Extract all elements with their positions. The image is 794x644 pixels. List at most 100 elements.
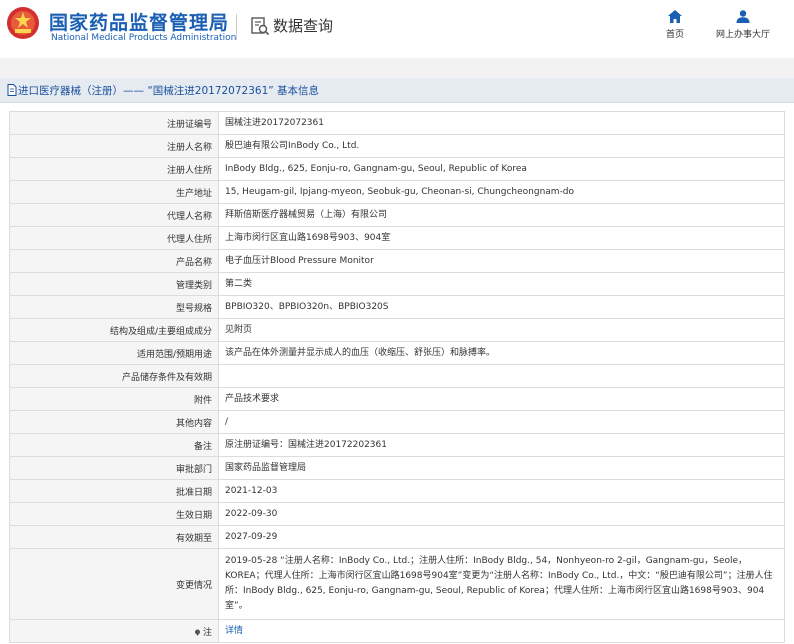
table-row: 产品储存条件及有效期 bbox=[9, 364, 785, 388]
field-value-text: 原注册证编号：国械注进20172202361 bbox=[225, 439, 387, 450]
field-label-text: 批准日期 bbox=[175, 487, 212, 498]
field-value-text: 国械注进20172072361 bbox=[225, 117, 324, 128]
details-link[interactable]: 详情 bbox=[225, 626, 243, 636]
field-value: 该产品在体外测量并显示成人的血压（收缩压、舒张压）和脉搏率。 bbox=[218, 341, 785, 365]
field-label: 生效日期 bbox=[9, 502, 219, 526]
table-row: 产品名称 电子血压计Blood Pressure Monitor bbox=[9, 249, 785, 273]
field-label: 审批部门 bbox=[9, 456, 219, 480]
field-label: 注册人名称 bbox=[9, 134, 219, 158]
field-value-text: 2027-09-29 bbox=[225, 531, 278, 542]
field-value: InBody Bldg., 625, Eonju-ro, Gangnam-gu,… bbox=[218, 157, 785, 181]
field-label-text: 代理人住所 bbox=[166, 234, 212, 245]
field-label: 生产地址 bbox=[9, 180, 219, 204]
table-row: 注册人住所 InBody Bldg., 625, Eonju-ro, Gangna… bbox=[9, 157, 785, 181]
field-value: 上海市闵行区宜山路1698号903、904室 bbox=[218, 226, 785, 250]
field-label-text: 结构及组成/主要组成成分 bbox=[109, 326, 212, 337]
table-row: 批准日期 2021-12-03 bbox=[9, 479, 785, 503]
table-row: 注册人名称 殷巴迪有限公司InBody Co., Ltd. bbox=[9, 134, 785, 158]
field-value: 原注册证编号：国械注进20172202361 bbox=[218, 433, 785, 457]
breadcrumb-text: 进口医疗器械（注册）—— “国械注进20172072361” 基本信息 bbox=[18, 85, 320, 97]
field-label-text: 管理类别 bbox=[175, 280, 212, 291]
field-value: 详情 bbox=[218, 619, 785, 643]
nav-online-hall-label: 网上办事大厅 bbox=[715, 30, 770, 40]
nav-online-hall-link[interactable]: 网上办事大厅 bbox=[712, 10, 774, 40]
field-label-text: 型号规格 bbox=[175, 303, 212, 314]
field-label: 型号规格 bbox=[9, 295, 219, 319]
breadcrumb: 进口医疗器械（注册）—— “国械注进20172072361” 基本信息 bbox=[0, 78, 794, 103]
field-value-text: 电子血压计Blood Pressure Monitor bbox=[225, 255, 374, 266]
field-label-text: 代理人名称 bbox=[166, 211, 212, 222]
header-separator-band bbox=[0, 58, 794, 78]
user-icon bbox=[736, 10, 750, 23]
pin-icon bbox=[194, 629, 201, 636]
table-row: 代理人住所 上海市闵行区宜山路1698号903、904室 bbox=[9, 226, 785, 250]
field-label-text: 附件 bbox=[193, 395, 212, 406]
field-value: 国家药品监督管理局 bbox=[218, 456, 785, 480]
field-value: / bbox=[218, 410, 785, 434]
table-row: 审批部门 国家药品监督管理局 bbox=[9, 456, 785, 480]
national-emblem-icon bbox=[7, 7, 39, 39]
table-row: 管理类别 第二类 bbox=[9, 272, 785, 296]
field-label: 变更情况 bbox=[9, 548, 219, 620]
field-value: 2019-05-28 “注册人名称：InBody Co., Ltd.；注册人住所… bbox=[218, 548, 785, 620]
field-value: 2027-09-29 bbox=[218, 525, 785, 549]
field-label: 注册人住所 bbox=[9, 157, 219, 181]
field-value-text: 国家药品监督管理局 bbox=[225, 462, 307, 473]
data-query-icon bbox=[251, 17, 270, 36]
field-value: 15, Heugam-gil, Ipjang-myeon, Seobuk-gu,… bbox=[218, 180, 785, 204]
header-divider bbox=[236, 14, 237, 40]
document-icon bbox=[7, 84, 17, 96]
field-label: 代理人住所 bbox=[9, 226, 219, 250]
field-label: 有效期至 bbox=[9, 525, 219, 549]
field-label-text: 备注 bbox=[193, 441, 212, 452]
field-value: 殷巴迪有限公司InBody Co., Ltd. bbox=[218, 134, 785, 158]
field-label: 其他内容 bbox=[9, 410, 219, 434]
brand-title-en[interactable]: National Medical Products Administration bbox=[51, 33, 236, 43]
field-value-text: 15, Heugam-gil, Ipjang-myeon, Seobuk-gu,… bbox=[225, 186, 575, 197]
field-label-text: 注 bbox=[202, 627, 212, 638]
field-label-text: 变更情况 bbox=[175, 580, 212, 591]
field-label: 产品名称 bbox=[9, 249, 219, 273]
field-value-text: InBody Bldg., 625, Eonju-ro, Gangnam-gu,… bbox=[225, 163, 527, 174]
field-label: 产品储存条件及有效期 bbox=[9, 364, 219, 388]
brand-title-cn[interactable]: 国家药品监督管理局 bbox=[49, 8, 229, 35]
field-value-text: BPBIO320、BPBIO320n、BPBIO320S bbox=[225, 301, 389, 312]
field-label: 结构及组成/主要组成成分 bbox=[9, 318, 219, 342]
field-label-text: 适用范围/预期用途 bbox=[136, 349, 212, 360]
field-value: 拜斯倍斯医疗器械贸易（上海）有限公司 bbox=[218, 203, 785, 227]
table-row: 代理人名称 拜斯倍斯医疗器械贸易（上海）有限公司 bbox=[9, 203, 785, 227]
field-value-text: 产品技术要求 bbox=[225, 393, 280, 404]
page-section-title: 数据查询 bbox=[273, 17, 334, 35]
field-value-text: 殷巴迪有限公司InBody Co., Ltd. bbox=[225, 140, 360, 151]
field-value-text: 第二类 bbox=[225, 278, 253, 289]
field-label-text: 生产地址 bbox=[175, 188, 212, 199]
field-label: 注 bbox=[9, 619, 219, 643]
table-row: 适用范围/预期用途 该产品在体外测量并显示成人的血压（收缩压、舒张压）和脉搏率。 bbox=[9, 341, 785, 365]
field-value-text: 2022-09-30 bbox=[225, 508, 278, 519]
field-value: BPBIO320、BPBIO320n、BPBIO320S bbox=[218, 295, 785, 319]
field-label: 注册证编号 bbox=[9, 111, 219, 135]
field-label: 适用范围/预期用途 bbox=[9, 341, 219, 365]
table-row: 型号规格 BPBIO320、BPBIO320n、BPBIO320S bbox=[9, 295, 785, 319]
table-row: 备注 原注册证编号：国械注进20172202361 bbox=[9, 433, 785, 457]
field-label-text: 生效日期 bbox=[175, 510, 212, 521]
table-row: 生效日期 2022-09-30 bbox=[9, 502, 785, 526]
field-value-text: 2019-05-28 “注册人名称：InBody Co., Ltd.；注册人住所… bbox=[225, 556, 773, 611]
table-row: 结构及组成/主要组成成分 见附页 bbox=[9, 318, 785, 342]
field-label-text: 注册人名称 bbox=[166, 142, 212, 153]
field-value-text: 见附页 bbox=[225, 324, 253, 335]
registration-info-table: 注册证编号 国械注进20172072361 注册人名称 殷巴迪有限公司InBody C… bbox=[9, 111, 785, 643]
field-label-text: 产品储存条件及有效期 bbox=[121, 372, 212, 383]
field-value: 第二类 bbox=[218, 272, 785, 296]
field-value: 电子血压计Blood Pressure Monitor bbox=[218, 249, 785, 273]
field-value-text: / bbox=[225, 416, 229, 427]
field-value: 产品技术要求 bbox=[218, 387, 785, 411]
field-label: 代理人名称 bbox=[9, 203, 219, 227]
site-header: 国家药品监督管理局 National Medical Products Admi… bbox=[0, 0, 794, 58]
field-value-text: 上海市闵行区宜山路1698号903、904室 bbox=[225, 232, 391, 243]
nav-home-link[interactable]: 首页 bbox=[660, 10, 690, 40]
field-label-text: 注册证编号 bbox=[166, 119, 212, 130]
field-value: 2022-09-30 bbox=[218, 502, 785, 526]
field-label: 备注 bbox=[9, 433, 219, 457]
table-row: 附件 产品技术要求 bbox=[9, 387, 785, 411]
